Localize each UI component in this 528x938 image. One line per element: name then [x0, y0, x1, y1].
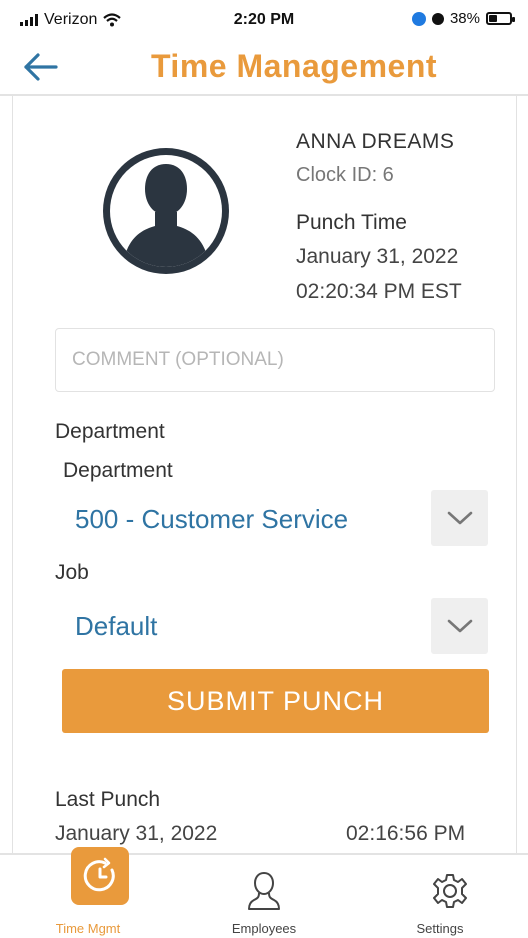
- tab-employees-label: Employees: [231, 921, 297, 936]
- last-punch-date: January 31, 2022: [55, 822, 218, 845]
- tab-time-mgmt[interactable]: Time Mgmt: [0, 847, 176, 938]
- frame-edge-right: [516, 95, 517, 855]
- gear-icon: [433, 874, 467, 908]
- job-dropdown-button[interactable]: [431, 598, 488, 654]
- battery-percent: 38%: [449, 10, 480, 27]
- department-select[interactable]: 500 - Customer Service: [75, 504, 348, 535]
- tab-settings-label: Settings: [416, 921, 464, 936]
- back-button[interactable]: [22, 50, 62, 84]
- frame-edge-left: [12, 95, 13, 855]
- app-screen: Verizon 2:20 PM 38% Time Management ANNA…: [0, 0, 528, 938]
- battery-icon: [486, 12, 515, 25]
- status-bar: Verizon 2:20 PM 38%: [0, 0, 528, 40]
- clock-icon: [83, 857, 115, 892]
- punch-time: 02:20:34 PM EST: [296, 280, 462, 303]
- app-header: Time Management: [0, 40, 528, 96]
- department-dropdown-button[interactable]: [431, 490, 488, 546]
- status-right-group: 38%: [411, 10, 515, 27]
- job-select[interactable]: Default: [75, 611, 157, 642]
- department-section-label: Department: [55, 420, 165, 443]
- job-label: Job: [55, 561, 89, 584]
- punch-date: January 31, 2022: [296, 245, 459, 268]
- page-title: Time Management: [150, 48, 438, 84]
- department-label: Department: [63, 459, 173, 482]
- punch-time-label: Punch Time: [296, 211, 407, 234]
- last-punch-time: 02:16:56 PM: [346, 822, 466, 845]
- person-icon: [248, 871, 280, 910]
- tab-bar: Time Mgmt Employees Settings: [0, 847, 528, 938]
- clock-id: Clock ID: 6: [296, 164, 394, 186]
- back-arrow-icon: [24, 53, 58, 81]
- submit-punch-button[interactable]: SUBMIT PUNCH: [62, 669, 489, 733]
- avatar: [103, 148, 229, 274]
- tab-employees[interactable]: Employees: [176, 855, 352, 938]
- alarm-icon: [431, 12, 444, 25]
- chevron-down-icon: [447, 511, 472, 525]
- chevron-down-icon: [447, 619, 472, 633]
- comment-input[interactable]: [55, 328, 495, 392]
- employee-name: ANNA DREAMS: [296, 130, 455, 153]
- tab-time-mgmt-badge: [71, 847, 129, 905]
- tab-settings[interactable]: Settings: [352, 855, 528, 938]
- location-icon: [411, 11, 426, 26]
- tab-time-mgmt-label: Time Mgmt: [55, 921, 121, 936]
- last-punch-label: Last Punch: [55, 788, 161, 811]
